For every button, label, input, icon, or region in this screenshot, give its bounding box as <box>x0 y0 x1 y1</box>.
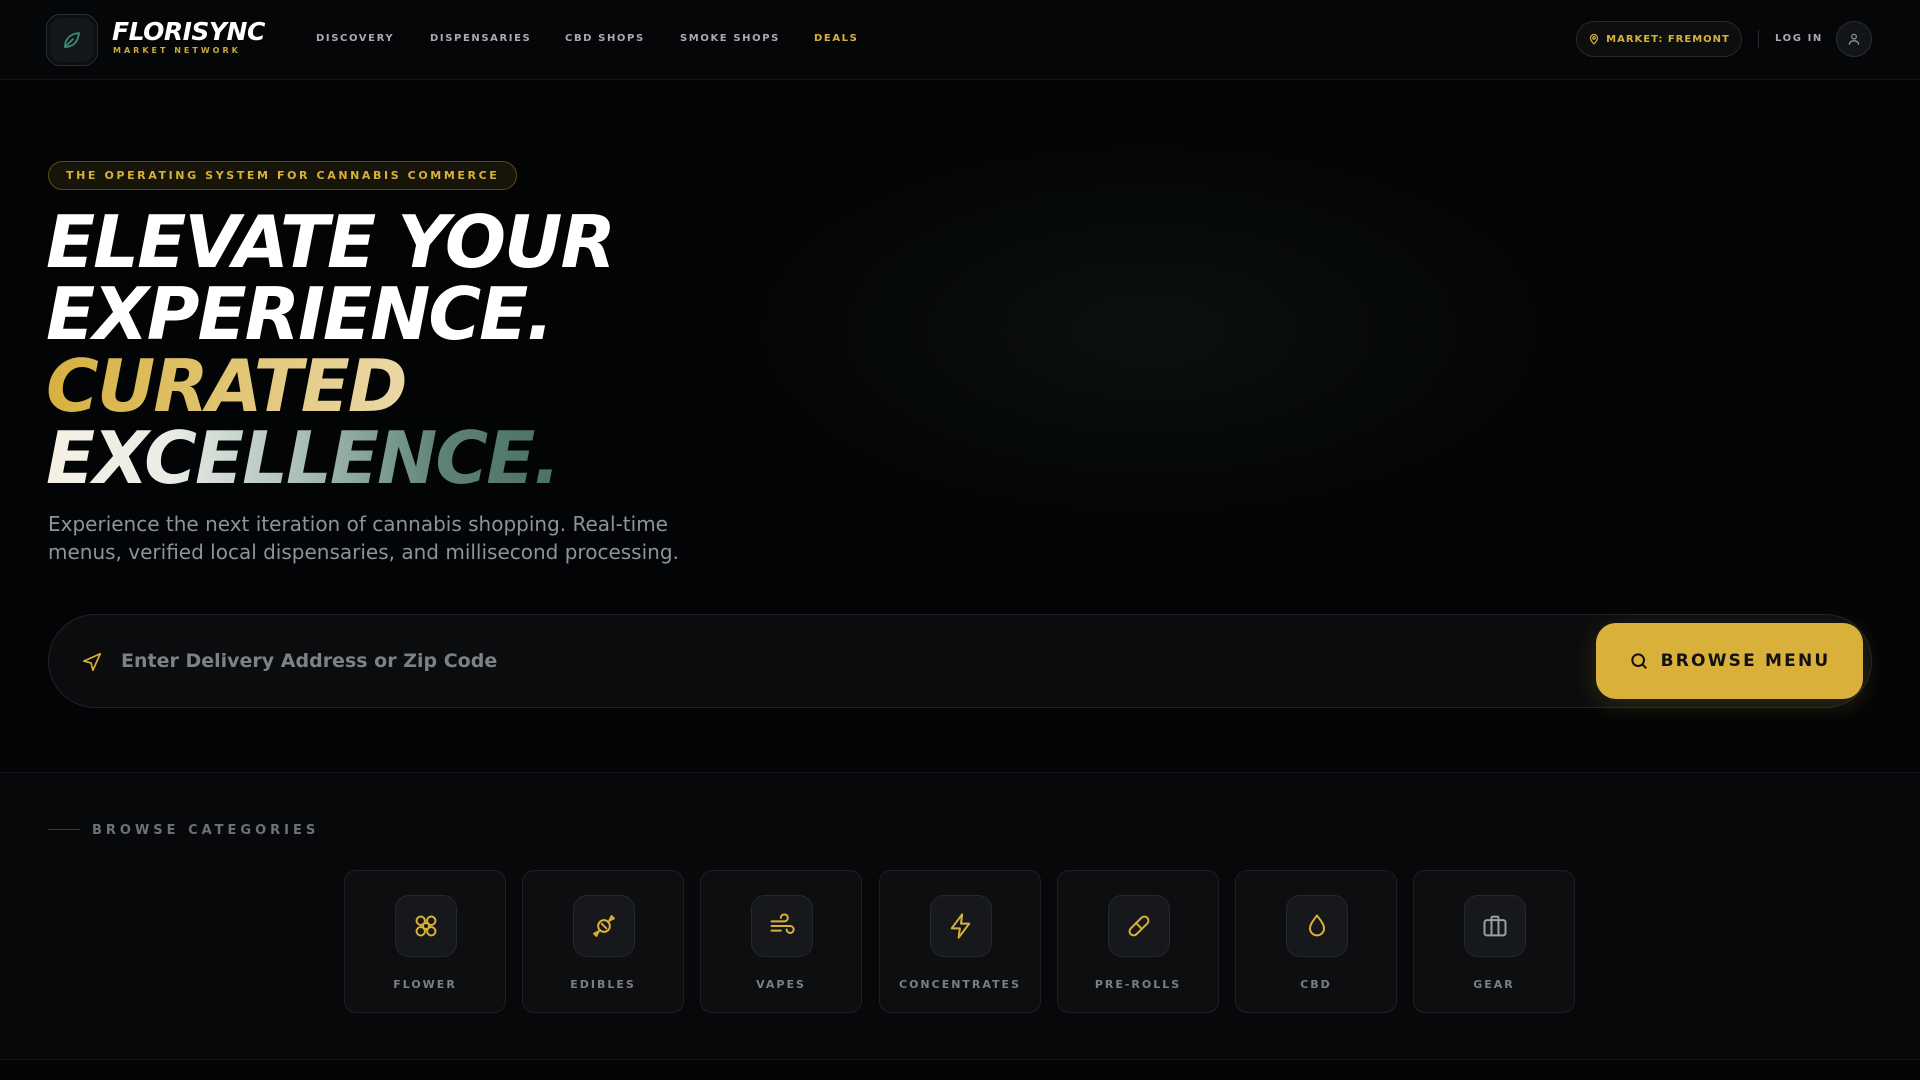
market-selector[interactable]: MARKET: FREMONT <box>1576 21 1742 57</box>
categories-section-label: BROWSE CATEGORIES <box>92 823 320 838</box>
nav-link-deals[interactable]: DEALS <box>814 33 858 44</box>
nav-link-dispensaries[interactable]: DISPENSARIES <box>430 33 531 44</box>
category-label: GEAR <box>1473 978 1515 991</box>
category-icon-box <box>930 895 992 957</box>
hero-tagline-badge: THE OPERATING SYSTEM FOR CANNABIS COMMER… <box>48 161 518 190</box>
category-card-pre-rolls[interactable]: PRE-ROLLS <box>1057 870 1219 1013</box>
hero-subtitle: Experience the next iteration of cannabi… <box>48 512 679 564</box>
pill-icon <box>1128 915 1150 937</box>
browse-menu-button[interactable]: BROWSE MENU <box>1596 623 1863 699</box>
category-card-vapes[interactable]: VAPES <box>700 870 862 1013</box>
logo-badge[interactable] <box>46 14 98 66</box>
flower-icon <box>415 915 437 937</box>
category-icon-box <box>1286 895 1348 957</box>
categories-section: BROWSE CATEGORIES FLOWER EDIBLES VAPES C… <box>0 772 1920 1060</box>
category-card-cbd[interactable]: CBD <box>1235 870 1397 1013</box>
brand-name: FLORISYNC <box>112 17 265 46</box>
nav-link-cbd-shops[interactable]: CBD SHOPS <box>565 33 645 44</box>
category-icon-box <box>1108 895 1170 957</box>
nav-link-discovery[interactable]: DISCOVERY <box>316 33 394 44</box>
category-label: PRE-ROLLS <box>1094 978 1182 991</box>
hero-background-glow <box>700 120 1600 540</box>
headline-line-3: CURATED <box>46 350 614 422</box>
navigation-arrow-icon[interactable] <box>81 651 103 673</box>
nav-divider <box>1758 30 1759 48</box>
brand-subtitle: MARKET NETWORK <box>113 46 241 55</box>
map-pin-icon <box>1590 33 1599 45</box>
hero-headline: ELEVATE YOUR EXPERIENCE. CURATED EXCELLE… <box>46 200 616 494</box>
category-label: EDIBLES <box>570 978 636 991</box>
category-card-flower[interactable]: FLOWER <box>344 870 506 1013</box>
user-icon <box>1848 33 1860 45</box>
category-label: VAPES <box>756 978 806 991</box>
user-account-button[interactable] <box>1836 21 1872 57</box>
category-label: CBD <box>1300 978 1332 991</box>
category-icon-box <box>573 895 635 957</box>
category-label: FLOWER <box>393 978 457 991</box>
category-icon-box <box>751 895 813 957</box>
category-card-concentrates[interactable]: CONCENTRATES <box>879 870 1041 1013</box>
category-label: CONCENTRATES <box>899 978 1021 991</box>
lightning-icon <box>950 913 971 939</box>
top-navbar: FLORISYNC MARKET NETWORK DISCOVERY DISPE… <box>0 0 1920 80</box>
category-icon-box <box>395 895 457 957</box>
delivery-address-input[interactable] <box>121 641 1221 681</box>
droplet-icon <box>1309 914 1325 937</box>
browse-menu-label: BROWSE MENU <box>1660 651 1831 671</box>
briefcase-icon <box>1483 915 1507 937</box>
brand[interactable]: FLORISYNC MARKET NETWORK <box>112 17 265 56</box>
candy-icon <box>593 915 615 937</box>
search-icon <box>1630 653 1647 669</box>
wind-icon <box>770 913 795 934</box>
category-icon-box <box>1464 895 1526 957</box>
category-card-edibles[interactable]: EDIBLES <box>522 870 684 1013</box>
section-label-line <box>48 829 80 830</box>
leaf-icon <box>64 32 80 48</box>
login-link[interactable]: LOG IN <box>1775 33 1823 44</box>
headline-line-1: ELEVATE YOUR <box>46 200 616 284</box>
headline-line-2: EXPERIENCE. <box>46 272 554 356</box>
headline-line-4: EXCELLENCE. <box>46 422 614 494</box>
category-card-gear[interactable]: GEAR <box>1413 870 1575 1013</box>
market-label: MARKET: FREMONT <box>1606 33 1730 45</box>
nav-link-smoke-shops[interactable]: SMOKE SHOPS <box>680 33 780 44</box>
